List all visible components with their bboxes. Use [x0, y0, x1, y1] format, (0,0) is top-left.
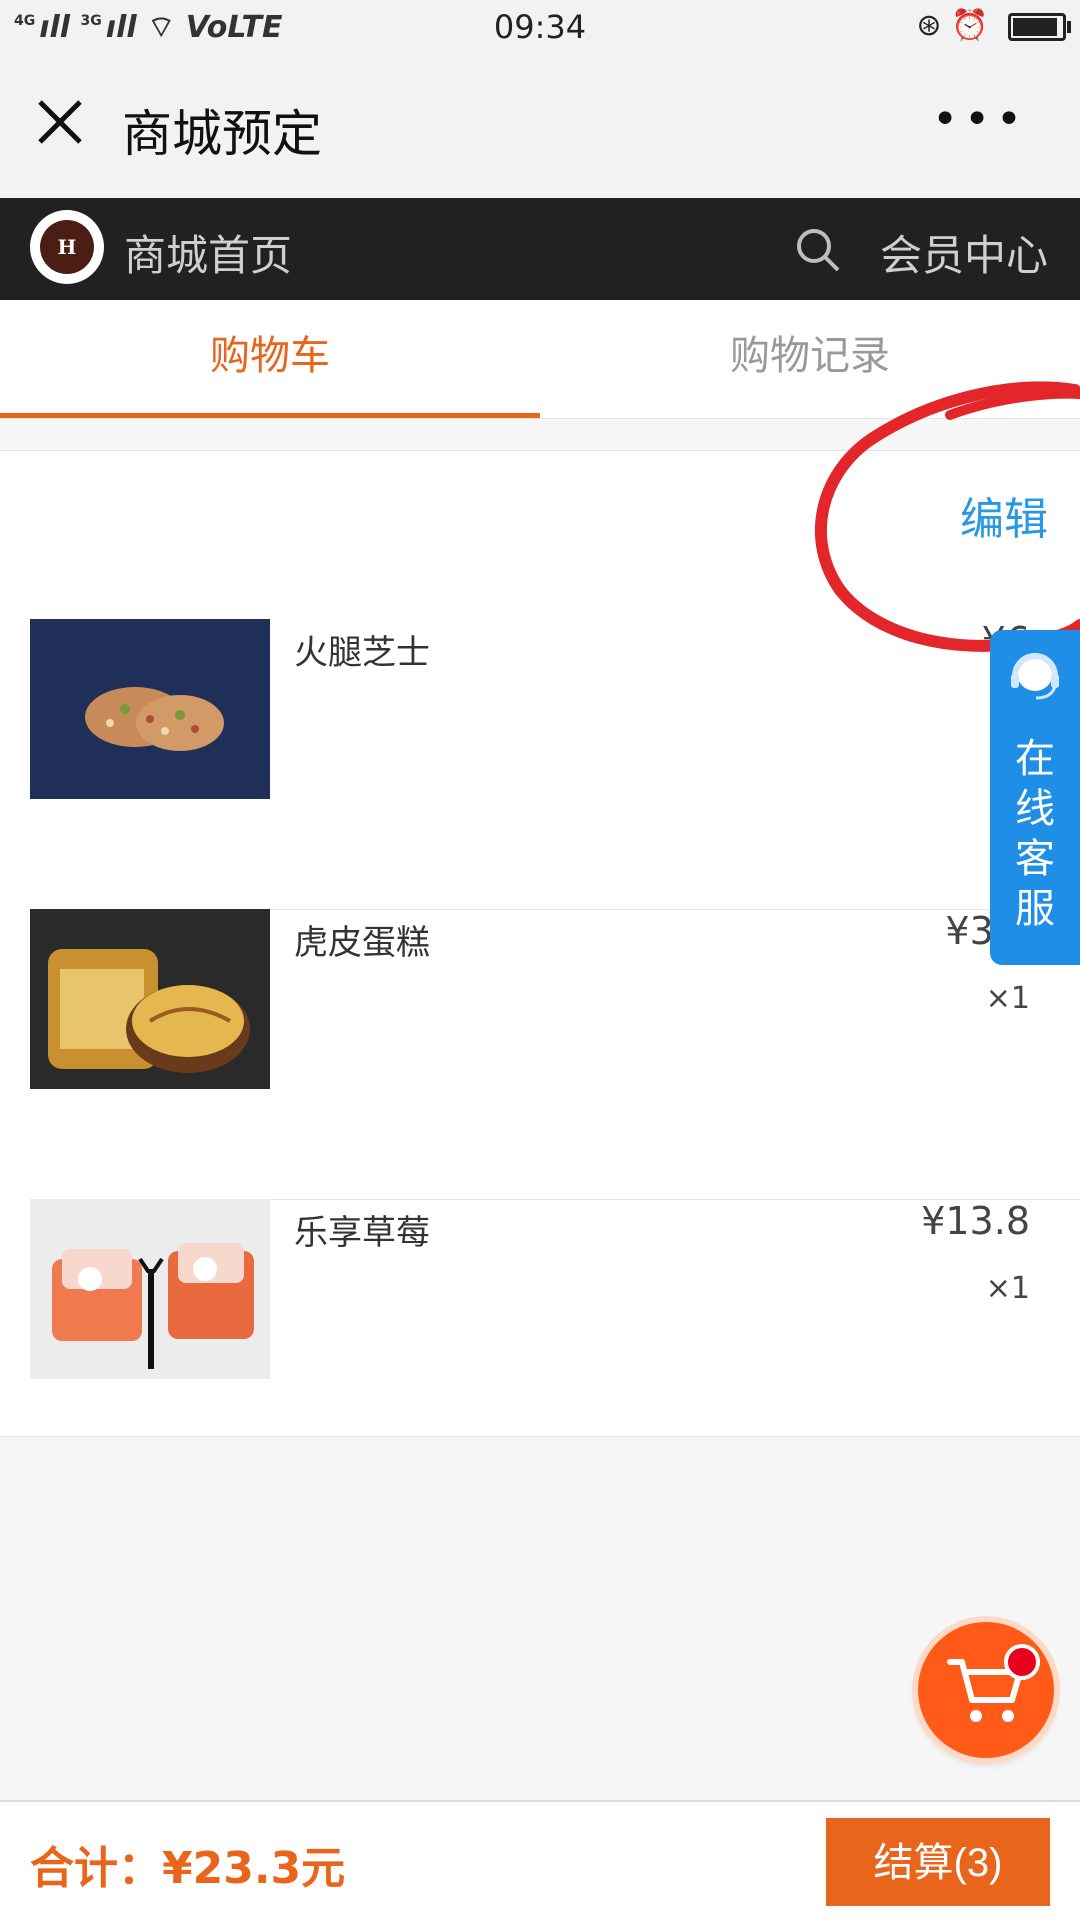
product-name: 火腿芝士: [294, 633, 430, 673]
page-title: 商城预定: [122, 105, 322, 163]
status-icons: ⊛ ⏰: [916, 8, 1071, 43]
battery-icon: [1008, 12, 1071, 41]
shop-header: H 商城首页 会员中心: [0, 198, 1080, 300]
product-image-ham-cheese: [30, 619, 270, 799]
cart-panel: 编辑 火腿芝士 ¥6 ×1 虎皮蛋糕 ¥3.5 ×1: [0, 450, 1080, 1437]
shop-logo-mark: H: [40, 220, 94, 274]
status-bar: 4G ıll 3G ıll ⌔ VoLTE 09:34 ⊛ ⏰: [0, 0, 1080, 56]
product-name: 乐享草莓: [294, 1213, 430, 1253]
product-quantity: ×1: [985, 1271, 1030, 1306]
tab-bar: 购物车 购物记录: [0, 300, 1080, 419]
floating-cart-button[interactable]: [918, 1622, 1054, 1758]
cart-item[interactable]: 火腿芝士 ¥6 ×1: [30, 619, 1080, 910]
checkout-button[interactable]: 结算(3): [826, 1818, 1050, 1906]
cart-item[interactable]: 虎皮蛋糕 ¥3.5 ×1: [30, 909, 1080, 1200]
search-icon[interactable]: [794, 226, 842, 274]
more-options-button[interactable]: •••: [932, 94, 1028, 145]
tab-cart[interactable]: 购物车: [0, 300, 540, 418]
battery-fill: [1013, 17, 1057, 36]
cart-total: 合计：¥23.3元: [30, 1843, 346, 1894]
product-image-tiger-cake: [30, 909, 270, 1089]
product-price: ¥13.8: [921, 1199, 1030, 1243]
edit-button[interactable]: 编辑: [960, 483, 1048, 547]
title-bar: 商城预定 •••: [0, 56, 1080, 198]
cart-notification-dot: [1004, 1644, 1040, 1680]
tab-purchase-history[interactable]: 购物记录: [540, 300, 1080, 418]
checkout-footer: 合计：¥23.3元 结算(3): [0, 1800, 1080, 1922]
rotation-lock-icon: ⊛: [916, 8, 942, 43]
online-service-tab[interactable]: 在线客服: [990, 630, 1080, 965]
alarm-icon: ⏰: [951, 8, 989, 43]
online-service-label: 在线客服: [990, 734, 1080, 934]
close-icon[interactable]: [34, 96, 86, 148]
member-center-link[interactable]: 会员中心: [880, 222, 1048, 283]
product-quantity: ×1: [985, 981, 1030, 1016]
online-service-text: 在线客服: [1015, 736, 1055, 932]
product-image-strawberry: [30, 1199, 270, 1379]
shop-home-link[interactable]: 商城首页: [124, 222, 292, 283]
headset-icon: [1011, 653, 1059, 700]
product-name: 虎皮蛋糕: [294, 923, 430, 963]
shop-logo[interactable]: H: [30, 210, 104, 284]
cart-item[interactable]: 乐享草莓 ¥13.8 ×1: [30, 1199, 1080, 1489]
